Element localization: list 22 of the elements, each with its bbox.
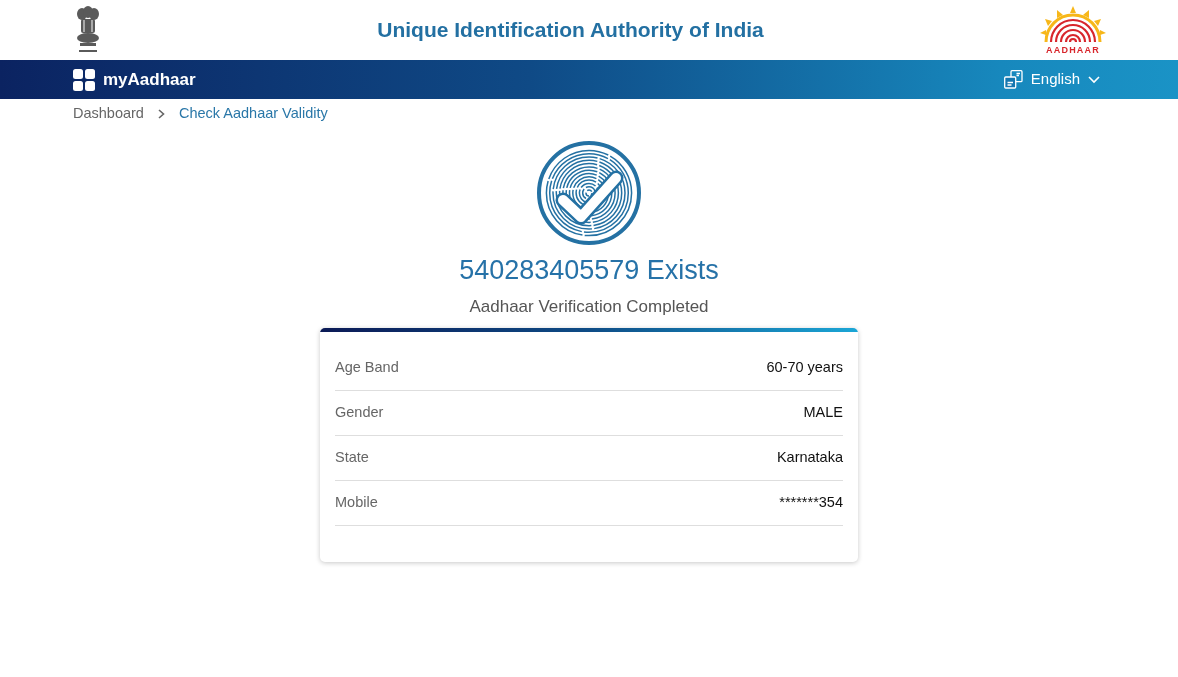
detail-label: Mobile [335,493,378,512]
detail-value: 60-70 years [766,358,843,377]
fingerprint-check-icon [536,140,642,246]
detail-label: State [335,448,369,467]
result-heading: 540283405579 Exists [459,254,719,287]
detail-value: MALE [803,403,843,422]
breadcrumb-link[interactable]: Check Aadhaar Validity [178,103,328,125]
grid-icon[interactable] [73,68,95,91]
breadcrumb-link[interactable]: Dashboard [73,103,144,125]
detail-label: Age Band [335,358,399,377]
chevron-down-icon [1088,75,1100,84]
language-dropdown[interactable]: English [1030,68,1100,91]
overlapping-squares-icon [1003,70,1023,89]
brand-name[interactable]: myAadhaar [103,66,196,93]
result-subheading: Aadhaar Verification Completed [469,296,709,319]
sun-fingerprint-icon [1038,5,1108,42]
site-title: Unique Identification Authority of India [377,17,764,44]
detail-label: Gender [335,403,384,422]
detail-value: *******354 [779,493,843,512]
detail-value: Karnataka [776,448,843,467]
logo-text: AADHAAR [1046,45,1100,55]
chevron-right-icon [157,109,165,119]
